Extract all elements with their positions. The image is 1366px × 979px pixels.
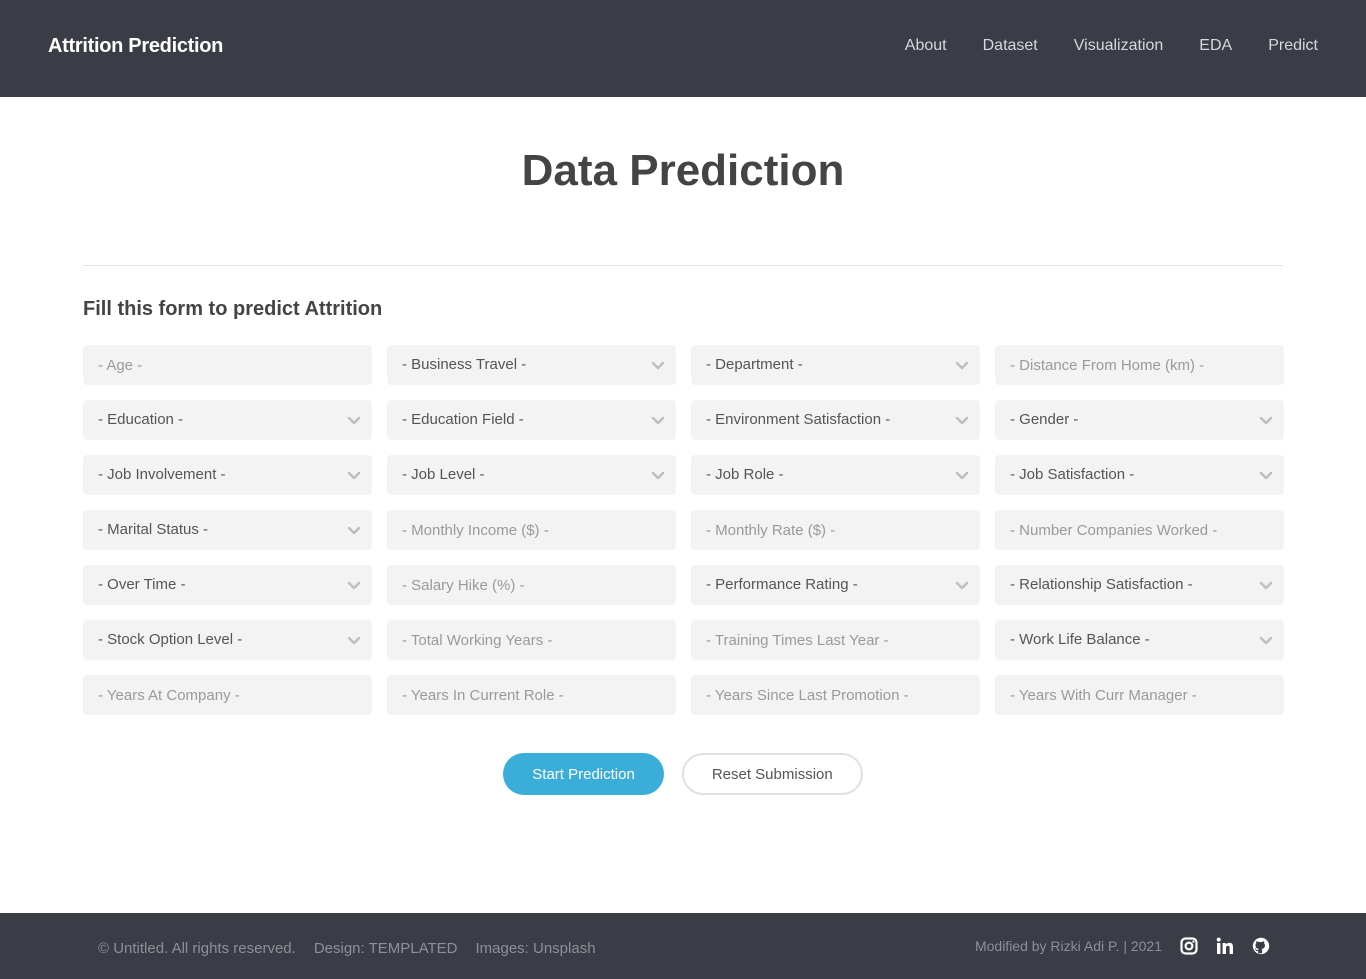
- nav-link-dataset[interactable]: Dataset: [983, 37, 1038, 55]
- monthly-rate-input[interactable]: [691, 510, 980, 550]
- footer-copyright: © Untitled. All rights reserved. Design:…: [98, 940, 596, 957]
- years-with-curr-manager-field-wrap[interactable]: [995, 675, 1284, 715]
- nav-link-visualization[interactable]: Visualization: [1074, 37, 1164, 55]
- chevron-down-icon: [346, 467, 362, 483]
- number-companies-worked-field-wrap[interactable]: [995, 510, 1284, 550]
- job-satisfaction-select[interactable]: - Job Satisfaction -: [995, 455, 1284, 495]
- total-working-years-field-wrap[interactable]: [387, 620, 676, 660]
- github-icon[interactable]: [1252, 937, 1270, 955]
- education-field-select[interactable]: - Education Field -: [387, 400, 676, 440]
- form-actions: Start Prediction Reset Submission: [0, 753, 1366, 795]
- chevron-down-icon: [346, 632, 362, 648]
- nav-link-eda[interactable]: EDA: [1199, 37, 1232, 55]
- gender-select[interactable]: - Gender -: [995, 400, 1284, 440]
- environment-satisfaction-select[interactable]: - Environment Satisfaction -: [691, 400, 980, 440]
- years-since-last-promotion-field-wrap[interactable]: [691, 675, 980, 715]
- site-header: Attrition Prediction About Dataset Visua…: [0, 0, 1366, 97]
- chevron-down-icon: [650, 467, 666, 483]
- linkedin-icon[interactable]: [1216, 937, 1234, 955]
- section-divider: [83, 265, 1283, 266]
- page-title: Data Prediction: [521, 146, 845, 195]
- select-value: - Over Time -: [98, 576, 186, 593]
- salary-hike-input[interactable]: [387, 565, 676, 605]
- years-with-curr-manager-input[interactable]: [995, 675, 1284, 715]
- job-involvement-select[interactable]: - Job Involvement -: [83, 455, 372, 495]
- site-footer: © Untitled. All rights reserved. Design:…: [0, 913, 1366, 979]
- images-credit[interactable]: Images: Unsplash: [475, 940, 595, 957]
- select-value: - Job Involvement -: [98, 466, 226, 483]
- chevron-down-icon: [954, 577, 970, 593]
- select-value: - Gender -: [1010, 411, 1079, 428]
- job-role-select[interactable]: - Job Role -: [691, 455, 980, 495]
- years-in-current-role-field-wrap[interactable]: [387, 675, 676, 715]
- chevron-down-icon: [650, 412, 666, 428]
- nav-link-predict[interactable]: Predict: [1268, 37, 1318, 55]
- main-nav: About Dataset Visualization EDA Predict: [905, 37, 1318, 55]
- education-select[interactable]: - Education -: [83, 400, 372, 440]
- monthly-income-input[interactable]: [387, 510, 676, 550]
- number-companies-worked-input[interactable]: [995, 510, 1284, 550]
- select-value: - Marital Status -: [98, 521, 209, 538]
- monthly-income-field-wrap[interactable]: [387, 510, 676, 550]
- chevron-down-icon: [346, 522, 362, 538]
- marital-status-select[interactable]: - Marital Status -: [83, 510, 372, 550]
- stock-option-level-select[interactable]: - Stock Option Level -: [83, 620, 372, 660]
- distance-from-home-km-input[interactable]: [995, 345, 1284, 385]
- years-at-company-field-wrap[interactable]: [83, 675, 372, 715]
- total-working-years-input[interactable]: [387, 620, 676, 660]
- training-times-last-year-field-wrap[interactable]: [691, 620, 980, 660]
- select-value: - Job Satisfaction -: [1010, 466, 1135, 483]
- age-input[interactable]: [83, 345, 372, 385]
- nav-link-about[interactable]: About: [905, 37, 947, 55]
- instagram-icon[interactable]: [1180, 937, 1198, 955]
- design-credit[interactable]: Design: TEMPLATED: [314, 940, 458, 957]
- copyright-text: © Untitled. All rights reserved.: [98, 940, 296, 957]
- chevron-down-icon: [954, 412, 970, 428]
- select-value: - Business Travel -: [402, 356, 527, 373]
- start-prediction-button[interactable]: Start Prediction: [503, 753, 664, 795]
- select-value: - Education Field -: [402, 411, 524, 428]
- business-travel-select[interactable]: - Business Travel -: [387, 345, 676, 385]
- chevron-down-icon: [650, 357, 666, 373]
- select-value: - Relationship Satisfaction -: [1010, 576, 1193, 593]
- form-heading: Fill this form to predict Attrition: [83, 298, 383, 320]
- relationship-satisfaction-select[interactable]: - Relationship Satisfaction -: [995, 565, 1284, 605]
- footer-social: Modified by Rizki Adi P. | 2021: [975, 937, 1270, 955]
- age-field-wrap[interactable]: [83, 345, 372, 385]
- performance-rating-select[interactable]: - Performance Rating -: [691, 565, 980, 605]
- work-life-balance-select[interactable]: - Work Life Balance -: [995, 620, 1284, 660]
- select-value: - Stock Option Level -: [98, 631, 243, 648]
- department-select[interactable]: - Department -: [691, 345, 980, 385]
- select-value: - Work Life Balance -: [1010, 631, 1150, 648]
- chevron-down-icon: [954, 357, 970, 373]
- select-value: - Job Role -: [706, 466, 784, 483]
- select-value: - Performance Rating -: [706, 576, 858, 593]
- chevron-down-icon: [1258, 577, 1274, 593]
- monthly-rate-field-wrap[interactable]: [691, 510, 980, 550]
- distance-from-home-km-field-wrap[interactable]: [995, 345, 1284, 385]
- modified-credit: Modified by Rizki Adi P. | 2021: [974, 938, 1162, 954]
- chevron-down-icon: [1258, 412, 1274, 428]
- chevron-down-icon: [1258, 632, 1274, 648]
- training-times-last-year-input[interactable]: [691, 620, 980, 660]
- select-value: - Department -: [706, 356, 803, 373]
- salary-hike-field-wrap[interactable]: [387, 565, 676, 605]
- years-in-current-role-input[interactable]: [387, 675, 676, 715]
- chevron-down-icon: [346, 577, 362, 593]
- chevron-down-icon: [346, 412, 362, 428]
- reset-submission-button[interactable]: Reset Submission: [681, 753, 863, 795]
- select-value: - Education -: [98, 411, 184, 428]
- prediction-form: - Business Travel - - Department - - Educa…: [83, 345, 1284, 715]
- select-value: - Job Level -: [402, 466, 485, 483]
- chevron-down-icon: [1258, 467, 1274, 483]
- years-at-company-input[interactable]: [83, 675, 372, 715]
- select-value: - Environment Satisfaction -: [706, 411, 891, 428]
- over-time-select[interactable]: - Over Time -: [83, 565, 372, 605]
- chevron-down-icon: [954, 467, 970, 483]
- job-level-select[interactable]: - Job Level -: [387, 455, 676, 495]
- site-brand[interactable]: Attrition Prediction: [48, 35, 223, 58]
- years-since-last-promotion-input[interactable]: [691, 675, 980, 715]
